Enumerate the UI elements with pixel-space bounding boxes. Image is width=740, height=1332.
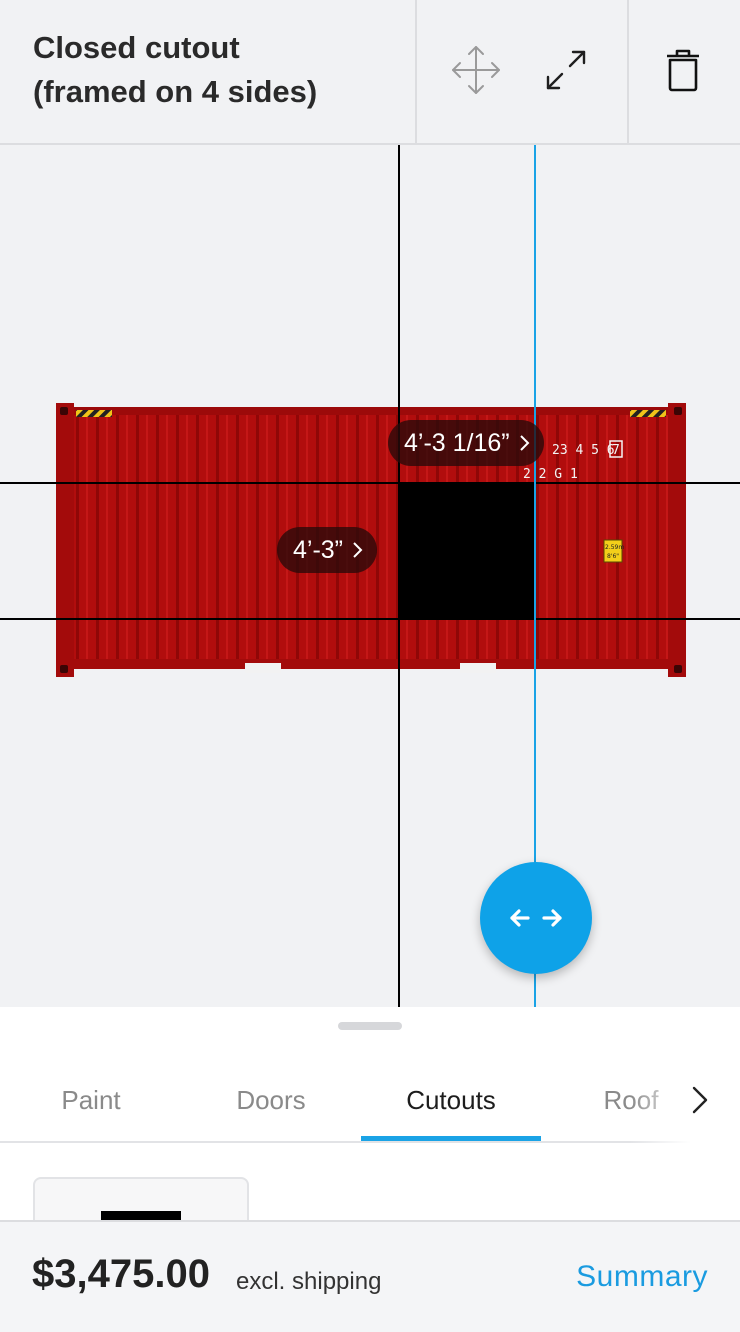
delete-button[interactable]	[653, 40, 713, 100]
expand-diagonal-icon	[546, 50, 586, 90]
move-arrows-icon	[452, 46, 500, 94]
trash-icon	[667, 49, 699, 92]
total-price: $3,475.00	[32, 1252, 210, 1296]
tab-doors[interactable]: Doors	[181, 1057, 361, 1143]
closed-cutout[interactable]	[399, 484, 534, 620]
tab-cutouts[interactable]: Cutouts	[361, 1057, 541, 1143]
top-offset-dimension[interactable]: 4’-3 1/16”	[388, 420, 544, 466]
tab-paint[interactable]: Paint	[1, 1057, 181, 1143]
active-tab-indicator	[361, 1136, 541, 1141]
chevron-right-icon[interactable]	[684, 1085, 714, 1115]
left-offset-label: 4’-3”	[293, 535, 344, 564]
header: Closed cutout (framed on 4 sides)	[0, 0, 740, 145]
title-line-1: Closed cutout	[33, 30, 240, 65]
header-divider	[627, 0, 629, 143]
horizontal-arrows-icon	[510, 909, 562, 927]
chevron-right-icon	[519, 435, 530, 451]
move-horizontal-button[interactable]	[480, 862, 592, 974]
header-divider	[415, 0, 417, 143]
design-canvas[interactable]: 23 4 5 6 7 2 2 G 1 2.59m 8'6" 4’-3 1/16”…	[0, 145, 740, 1007]
title-line-2: (framed on 4 sides)	[33, 74, 318, 109]
plate-line2: 8'6"	[607, 553, 619, 560]
horizontal-guide-top[interactable]	[0, 482, 740, 484]
price-note: excl. shipping	[236, 1268, 382, 1295]
chevron-right-icon	[353, 542, 363, 558]
plate-line1: 2.59m	[605, 544, 624, 551]
left-offset-dimension[interactable]: 4’-3”	[277, 527, 378, 573]
move-button[interactable]	[446, 40, 506, 100]
container-check-digit: 7	[612, 443, 620, 458]
top-offset-label: 4’-3 1/16”	[404, 428, 510, 457]
horizontal-guide-bottom[interactable]	[0, 618, 740, 620]
page-title: Closed cutout (framed on 4 sides)	[33, 26, 403, 114]
category-tabs: Paint Doors Cutouts Roof	[0, 1057, 740, 1143]
resize-button[interactable]	[536, 40, 596, 100]
container-code-line1: 23 4 5 6	[552, 443, 615, 458]
container-code-line2: 2 2 G 1	[523, 467, 578, 482]
price-footer: $3,475.00 excl. shipping Summary	[0, 1220, 740, 1332]
vertical-guide-left[interactable]	[398, 145, 400, 1007]
sheet-drag-handle[interactable]	[338, 1022, 402, 1030]
summary-link[interactable]: Summary	[576, 1260, 708, 1294]
